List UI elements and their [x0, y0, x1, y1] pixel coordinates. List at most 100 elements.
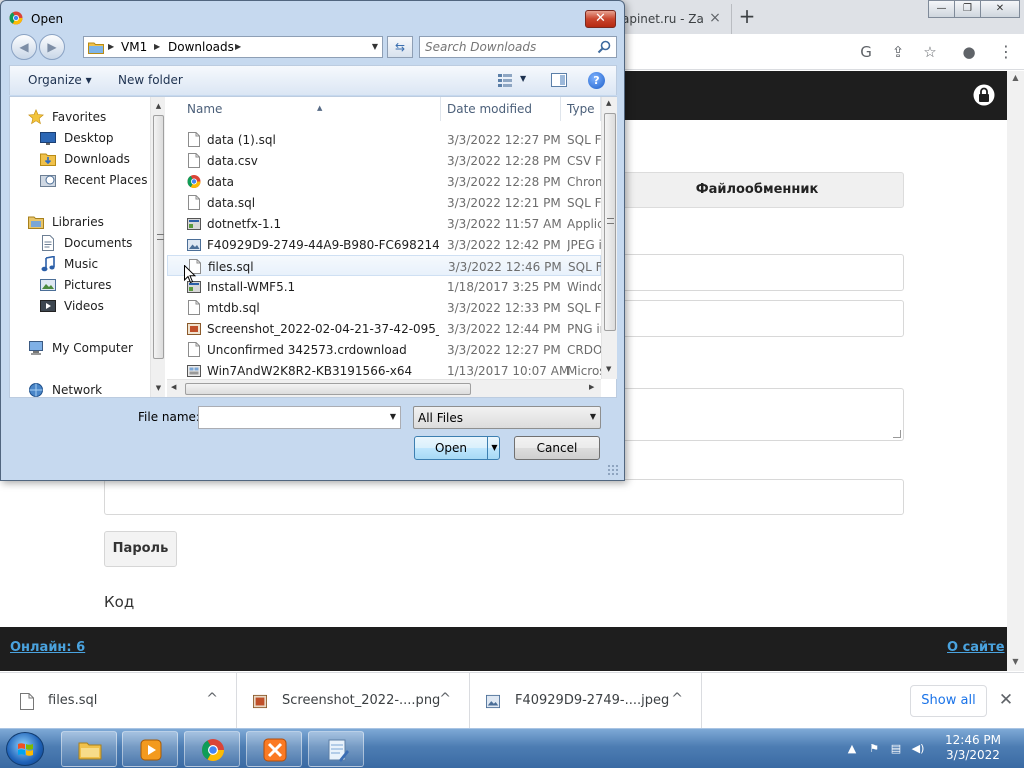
- start-button[interactable]: [6, 732, 44, 766]
- scroll-up-icon[interactable]: ▲: [606, 99, 611, 107]
- back-button[interactable]: ◀: [11, 34, 37, 60]
- minimize-button[interactable]: —: [928, 0, 955, 18]
- bookmark-star-icon[interactable]: ☆: [919, 42, 941, 62]
- size-grip-icon[interactable]: [607, 464, 619, 476]
- download-item[interactable]: Screenshot_2022-....png ^: [237, 673, 470, 729]
- breadcrumb-arrow-icon[interactable]: ▶: [235, 40, 241, 54]
- forward-button[interactable]: ▶: [39, 34, 65, 60]
- resize-grip-icon[interactable]: [893, 430, 901, 438]
- view-dropdown-icon[interactable]: ▼: [520, 74, 526, 83]
- breadcrumb-arrow-icon[interactable]: ▶: [154, 40, 160, 54]
- breadcrumb-downloads[interactable]: Downloads: [168, 40, 234, 54]
- translate-icon[interactable]: G: [855, 42, 877, 62]
- taskbar-explorer[interactable]: [61, 731, 117, 767]
- nav-network[interactable]: Network: [28, 381, 152, 397]
- chevron-down-icon[interactable]: ▼: [590, 412, 596, 421]
- view-options-icon[interactable]: [497, 72, 513, 88]
- nav-my-computer[interactable]: My Computer: [28, 339, 152, 357]
- nav-scrollbar[interactable]: ▲ ▼: [150, 97, 165, 397]
- dialog-close-button[interactable]: ✕: [585, 10, 616, 28]
- taskbar-xampp[interactable]: [246, 731, 302, 767]
- nav-scrollbar-thumb[interactable]: [153, 115, 164, 359]
- scroll-left-icon[interactable]: ◀: [171, 383, 176, 391]
- hscrollbar-thumb[interactable]: [185, 383, 471, 395]
- vscrollbar-thumb[interactable]: [604, 113, 616, 331]
- breadcrumb-vm1[interactable]: VM1: [121, 40, 147, 54]
- nav-favorites[interactable]: Favorites: [28, 108, 152, 126]
- scroll-up-icon[interactable]: ▲: [1007, 71, 1024, 85]
- nav-downloads[interactable]: Downloads: [40, 150, 164, 168]
- search-icon[interactable]: [597, 40, 611, 54]
- window-close-button[interactable]: ✕: [980, 0, 1020, 18]
- scroll-down-icon[interactable]: ▼: [606, 365, 611, 373]
- form-input-1[interactable]: [610, 254, 904, 291]
- open-split-dropdown-icon[interactable]: ▼: [487, 437, 501, 459]
- maximize-button[interactable]: ❐: [954, 0, 981, 18]
- nav-desktop[interactable]: Desktop: [40, 129, 164, 147]
- file-row[interactable]: Win7AndW2K8R2-KB3191566-x64 1/13/2017 10:…: [167, 360, 601, 381]
- volume-icon[interactable]: ◀): [910, 741, 926, 757]
- file-name-input[interactable]: [202, 410, 380, 425]
- browser-tab[interactable]: apinet.ru - Za ×: [610, 4, 732, 34]
- nav-documents[interactable]: Documents: [40, 234, 164, 252]
- file-list-vscrollbar[interactable]: ▲ ▼: [601, 97, 617, 379]
- column-header-date[interactable]: Date modified: [441, 97, 561, 121]
- taskbar-chrome[interactable]: [184, 731, 240, 767]
- action-center-icon[interactable]: ⚑: [866, 741, 882, 757]
- search-input[interactable]: [425, 39, 593, 55]
- search-box[interactable]: [419, 36, 617, 58]
- show-all-button[interactable]: Show all: [910, 685, 987, 717]
- nav-music[interactable]: Music: [40, 255, 164, 273]
- network-status-icon[interactable]: ▤: [888, 741, 904, 757]
- address-dropdown-icon[interactable]: ▼: [372, 40, 378, 54]
- scroll-down-icon[interactable]: ▼: [1007, 655, 1024, 669]
- browser-menu-icon[interactable]: ⋮: [998, 42, 1014, 62]
- show-hidden-icons-icon[interactable]: ▲: [844, 741, 860, 757]
- file-row[interactable]: data.csv 3/3/2022 12:28 PM CSV Fi: [167, 150, 601, 171]
- file-row[interactable]: Unconfirmed 342573.crdownload 3/3/2022 12…: [167, 339, 601, 360]
- taskbar-media-player[interactable]: [122, 731, 178, 767]
- file-row[interactable]: Install-WMF5.1 1/18/2017 3:25 PM Windo: [167, 276, 601, 297]
- file-row[interactable]: files.sql 3/3/2022 12:46 PM SQL Fi: [167, 255, 602, 276]
- lock-icon[interactable]: [973, 83, 995, 107]
- file-row[interactable]: data (1).sql 3/3/2022 12:27 PM SQL Fi: [167, 129, 601, 150]
- file-share-tab[interactable]: Файлообменник: [610, 172, 904, 208]
- address-bar[interactable]: ▶ VM1 ▶ Downloads ▶ ▼: [83, 36, 383, 58]
- nav-recent-places[interactable]: Recent Places: [40, 171, 164, 189]
- column-header-name[interactable]: Name ▲: [181, 97, 441, 121]
- chevron-up-icon[interactable]: ^: [671, 691, 683, 707]
- column-header-type[interactable]: Type: [561, 97, 601, 121]
- file-row[interactable]: mtdb.sql 3/3/2022 12:33 PM SQL Fi: [167, 297, 601, 318]
- open-button[interactable]: Open ▼: [414, 436, 500, 460]
- scroll-right-icon[interactable]: ▶: [589, 383, 594, 391]
- form-input-3[interactable]: [104, 479, 904, 515]
- password-button[interactable]: Пароль: [104, 531, 177, 567]
- file-row[interactable]: F40929D9-2749-44A9-B980-FC6982146D5C 3/3/…: [167, 234, 601, 255]
- preview-pane-icon[interactable]: [551, 72, 567, 88]
- page-scrollbar[interactable]: ▲ ▼: [1007, 71, 1024, 671]
- file-type-filter[interactable]: All Files ▼: [413, 406, 601, 429]
- online-count-link[interactable]: Онлайн: 6: [10, 640, 85, 655]
- close-icon[interactable]: ✕: [997, 689, 1015, 711]
- file-name-combobox[interactable]: ▼: [198, 406, 401, 429]
- nav-libraries[interactable]: Libraries: [28, 213, 152, 231]
- clock[interactable]: 12:46 PM 3/3/2022: [935, 733, 1011, 763]
- chevron-up-icon[interactable]: ^: [206, 691, 218, 707]
- form-textarea[interactable]: [610, 388, 904, 441]
- chevron-down-icon[interactable]: ▼: [390, 412, 396, 421]
- nav-videos[interactable]: Videos: [40, 297, 164, 315]
- form-input-2[interactable]: [610, 300, 904, 337]
- organize-menu[interactable]: Organize ▾: [28, 73, 92, 87]
- new-tab-button[interactable]: +: [736, 5, 758, 27]
- share-icon[interactable]: ⇪: [887, 42, 909, 62]
- taskbar-notepad[interactable]: [308, 731, 364, 767]
- new-folder-button[interactable]: New folder: [118, 73, 183, 87]
- download-item[interactable]: files.sql ^: [0, 673, 237, 729]
- profile-avatar-icon[interactable]: ●: [958, 42, 980, 62]
- refresh-button[interactable]: ⇆: [387, 36, 413, 58]
- tab-close-icon[interactable]: ×: [707, 10, 723, 26]
- file-row[interactable]: Screenshot_2022-02-04-21-37-42-095_co...…: [167, 318, 601, 339]
- about-link[interactable]: О сайте: [947, 640, 1005, 655]
- help-icon[interactable]: ?: [588, 72, 605, 89]
- cancel-button[interactable]: Cancel: [514, 436, 600, 460]
